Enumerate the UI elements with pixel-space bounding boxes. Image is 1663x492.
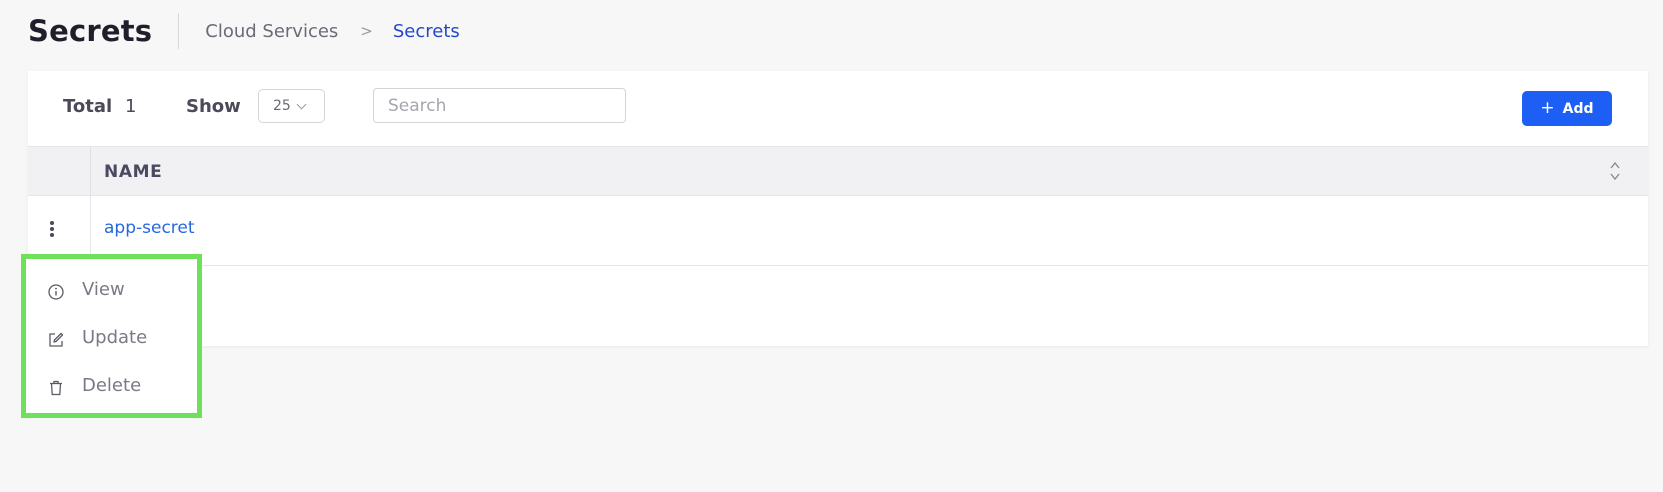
page-size-value: 25 <box>273 98 291 114</box>
menu-item-update-label: Update <box>82 327 148 348</box>
secrets-table-card: Total 1 Show 25 + Add NAME app-secret <box>28 71 1648 346</box>
menu-item-view[interactable]: View <box>26 271 197 311</box>
plus-icon: + <box>1540 98 1555 118</box>
add-button-label: Add <box>1562 100 1594 117</box>
menu-item-delete-label: Delete <box>82 375 142 396</box>
table-toolbar: Total 1 Show 25 + Add <box>28 71 1648 146</box>
secret-name-link[interactable]: app-secret <box>104 218 195 238</box>
sort-icon[interactable] <box>1609 160 1621 182</box>
breadcrumb-separator: > <box>360 22 373 40</box>
table-row: app-secret <box>28 196 1648 266</box>
menu-item-view-label: View <box>82 279 125 300</box>
total-count: 1 <box>125 96 137 117</box>
row-actions-menu: View Update Delete <box>21 254 202 418</box>
chevron-down-icon <box>296 99 307 109</box>
kebab-icon[interactable] <box>45 219 59 239</box>
trash-icon <box>50 380 62 396</box>
menu-item-update[interactable]: Update <box>26 319 197 359</box>
total-label: Total <box>63 96 113 117</box>
breadcrumb-cloud-services[interactable]: Cloud Services <box>205 21 338 42</box>
table-header: NAME <box>28 146 1648 196</box>
header-actions-cell <box>28 147 91 195</box>
page-size-select[interactable]: 25 <box>258 89 325 123</box>
breadcrumb: Cloud Services > Secrets <box>205 21 460 42</box>
add-button[interactable]: + Add <box>1522 91 1612 126</box>
info-icon <box>48 284 64 300</box>
edit-icon <box>49 332 64 347</box>
breadcrumb-current: Secrets <box>392 20 460 42</box>
show-label: Show <box>186 96 241 117</box>
page-header: Secrets Cloud Services > Secrets <box>28 10 460 52</box>
column-header-name[interactable]: NAME <box>104 162 162 182</box>
menu-item-delete[interactable]: Delete <box>26 367 197 407</box>
page-title: Secrets <box>28 13 180 49</box>
search-input[interactable] <box>373 88 626 123</box>
